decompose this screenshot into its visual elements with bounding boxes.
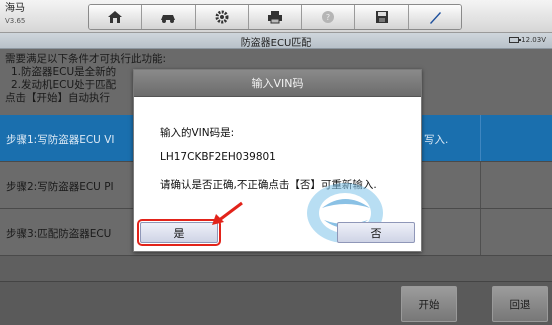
gear-icon: [215, 10, 229, 24]
description-line: 需要满足以下条件才可执行此功能:: [5, 53, 167, 65]
print-button[interactable]: [248, 5, 303, 29]
vin-confirm-dialog: 输入VIN码 输入的VIN码是: LH17CKBF2EH039801 请确认是否…: [133, 69, 422, 252]
step-label: 步骤2:写防盗器ECU PI: [6, 181, 114, 193]
edit-button[interactable]: [408, 5, 461, 29]
yes-button[interactable]: 是: [137, 219, 221, 246]
save-button[interactable]: [355, 5, 409, 29]
step-status: 写入.: [424, 134, 449, 146]
top-bar: 海马 V3.65 ?: [0, 0, 552, 33]
dialog-title: 输入VIN码: [134, 70, 421, 97]
divider: [480, 115, 481, 161]
brand-name: 海马: [5, 3, 25, 14]
bottom-bar: 开始 回退: [0, 281, 552, 325]
battery-icon: [509, 37, 522, 43]
step-label: 步骤1:写防盗器ECU VI: [6, 134, 115, 146]
voltage-value: 12.03V: [521, 36, 546, 44]
back-button[interactable]: 回退: [492, 286, 548, 322]
right-panel: [430, 49, 552, 115]
no-button[interactable]: 否: [337, 222, 415, 243]
pen-icon: [429, 12, 441, 24]
red-arrow-annotation-icon: [212, 201, 243, 225]
divider: [480, 162, 481, 208]
printer-icon: [267, 11, 282, 24]
car-icon: [161, 15, 176, 23]
settings-button[interactable]: [195, 5, 249, 29]
vin-value: LH17CKBF2EH039801: [160, 151, 276, 163]
start-button[interactable]: 开始: [401, 286, 457, 322]
save-icon: [375, 11, 388, 23]
help-button[interactable]: ?: [302, 5, 356, 29]
help-icon: ?: [322, 11, 335, 23]
title-bar: 防盗器ECU匹配 12.03V: [0, 33, 552, 49]
divider: [480, 209, 481, 255]
home-icon: [108, 11, 123, 23]
step-label: 步骤3:匹配防盗器ECU: [6, 228, 112, 240]
page-title: 防盗器ECU匹配: [240, 38, 312, 49]
toolbar: ?: [88, 4, 462, 30]
svg-text:?: ?: [326, 13, 330, 22]
vehicle-button[interactable]: [142, 5, 196, 29]
brand: 海马 V3.65: [5, 3, 25, 27]
home-button[interactable]: [89, 5, 143, 29]
dialog-prompt: 输入的VIN码是:: [160, 127, 235, 139]
brand-version: V3.65: [5, 17, 26, 25]
battery-status: 12.03V: [509, 36, 546, 44]
